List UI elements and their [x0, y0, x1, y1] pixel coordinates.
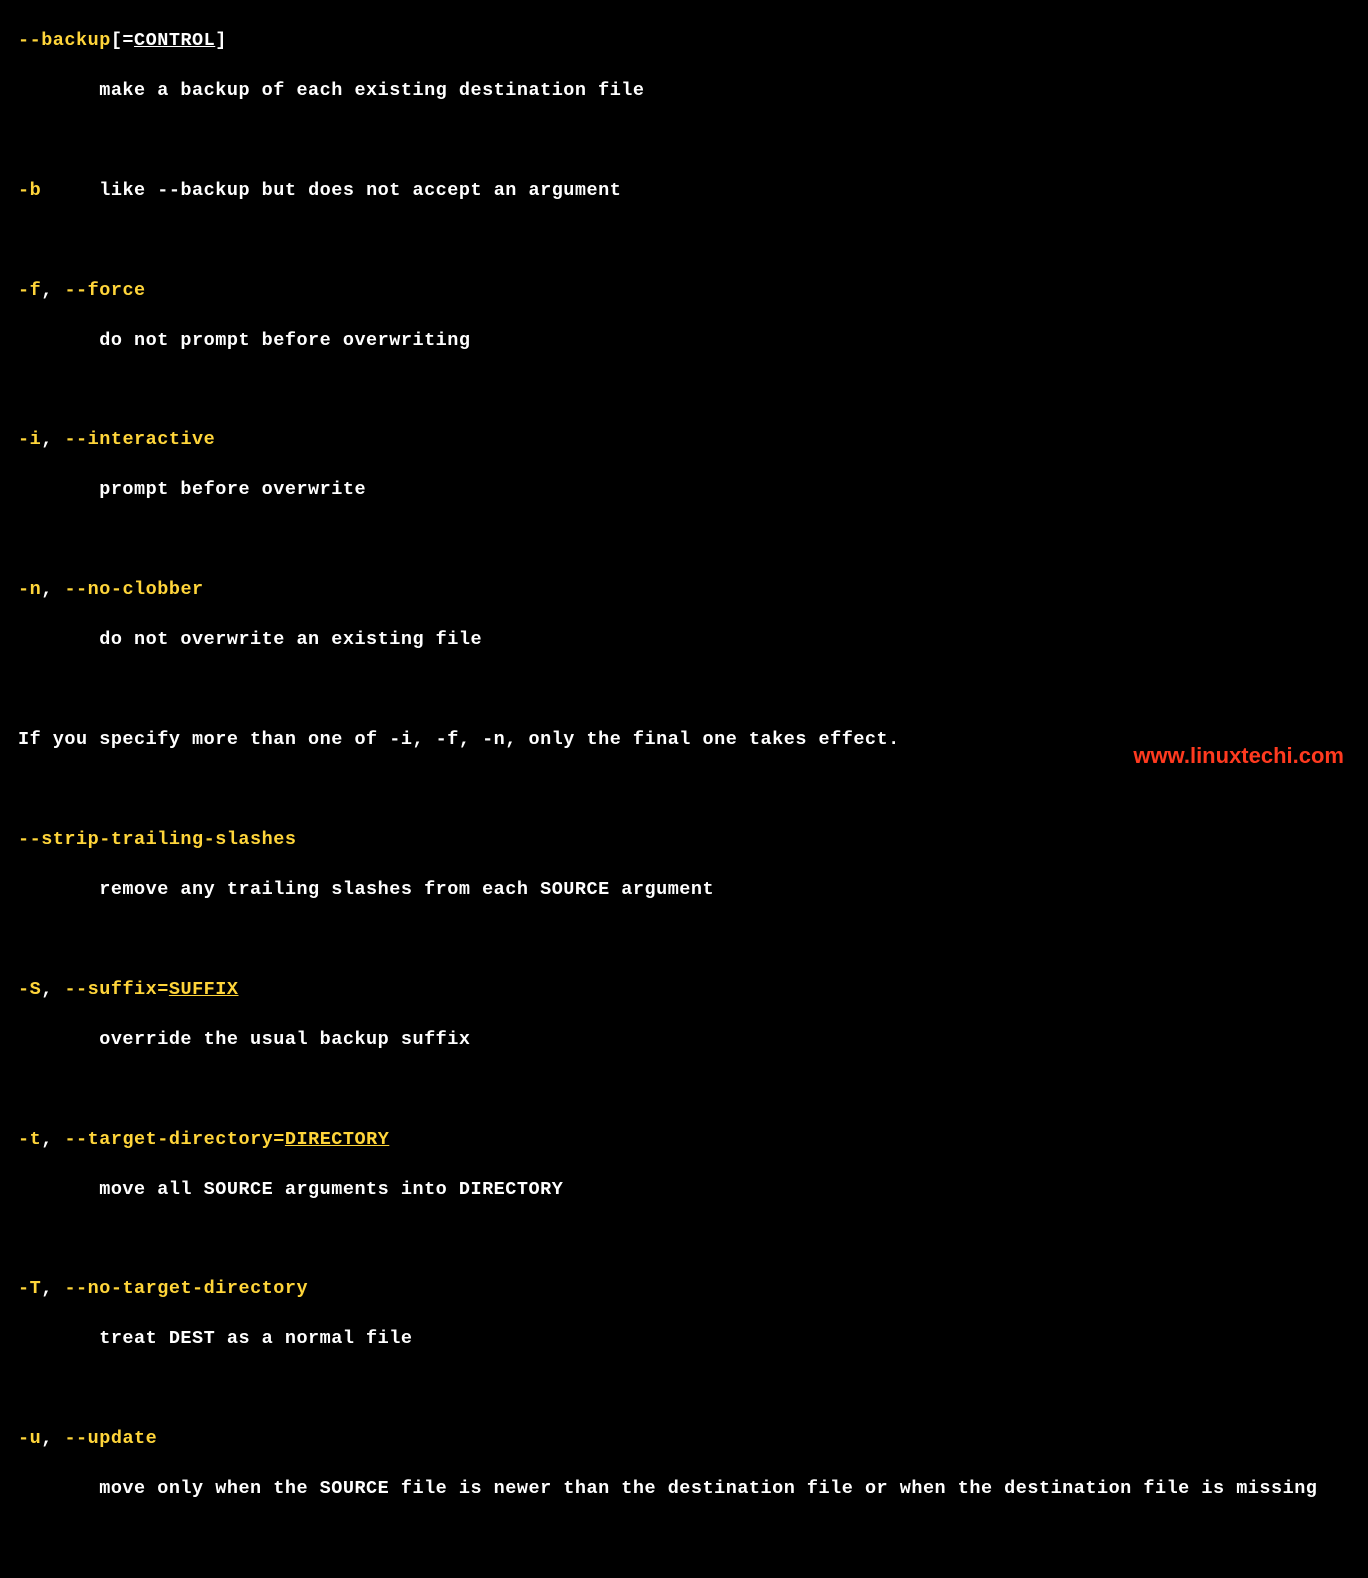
option-desc: do not overwrite an existing file: [18, 628, 1360, 653]
option-desc: remove any trailing slashes from each SO…: [18, 878, 1360, 903]
blank-line: [18, 528, 1360, 553]
option-flag: --target-directory: [64, 1129, 273, 1150]
option-flag: -T: [18, 1278, 41, 1299]
option-b-line: -b like --backup but does not accept an …: [18, 179, 1360, 204]
option-notarget-line: -T, --no-target-directory: [18, 1277, 1360, 1302]
option-flag: -n: [18, 579, 41, 600]
option-flag: --force: [64, 280, 145, 301]
option-flag: --no-target-directory: [64, 1278, 308, 1299]
option-update-line: -u, --update: [18, 1427, 1360, 1452]
option-flag: -b: [18, 180, 41, 201]
option-flag: -f: [18, 280, 41, 301]
option-flag: -u: [18, 1428, 41, 1449]
option-desc: make a backup of each existing destinati…: [18, 79, 1360, 104]
option-verbose-line: -v, --verbose: [18, 1577, 1360, 1578]
blank-line: [18, 229, 1360, 254]
option-backup-line: --backup[=CONTROL]: [18, 29, 1360, 54]
option-flag: --backup: [18, 30, 111, 51]
watermark-text: www.linuxtechi.com: [1133, 741, 1344, 771]
option-desc: prompt before overwrite: [18, 478, 1360, 503]
option-suffix-line: -S, --suffix=SUFFIX: [18, 978, 1360, 1003]
option-flag: --no-clobber: [64, 579, 203, 600]
option-arg: SUFFIX: [169, 979, 239, 1000]
bracket-open: [=: [111, 30, 134, 51]
option-force-line: -f, --force: [18, 279, 1360, 304]
option-arg: DIRECTORY: [285, 1129, 389, 1150]
bracket-close: ]: [215, 30, 227, 51]
option-desc: move all SOURCE arguments into DIRECTORY: [18, 1178, 1360, 1203]
blank-line: [18, 928, 1360, 953]
option-interactive-line: -i, --interactive: [18, 428, 1360, 453]
option-desc: do not prompt before overwriting: [18, 329, 1360, 354]
blank-line: [18, 379, 1360, 404]
option-arg: CONTROL: [134, 30, 215, 51]
option-flag: --suffix: [64, 979, 157, 1000]
blank-line: [18, 1227, 1360, 1252]
blank-line: [18, 778, 1360, 803]
option-flag: -t: [18, 1129, 41, 1150]
option-desc: move only when the SOURCE file is newer …: [18, 1477, 1360, 1502]
option-flag: --strip-trailing-slashes: [18, 829, 296, 850]
blank-line: [18, 129, 1360, 154]
option-noclobber-line: -n, --no-clobber: [18, 578, 1360, 603]
option-strip-line: --strip-trailing-slashes: [18, 828, 1360, 853]
option-desc: treat DEST as a normal file: [18, 1327, 1360, 1352]
option-flag: --interactive: [64, 429, 215, 450]
blank-line: [18, 1527, 1360, 1552]
terminal-manpage: --backup[=CONTROL] make a backup of each…: [0, 0, 1368, 1578]
blank-line: [18, 1377, 1360, 1402]
option-desc: override the usual backup suffix: [18, 1028, 1360, 1053]
option-flag: -i: [18, 429, 41, 450]
option-target-line: -t, --target-directory=DIRECTORY: [18, 1128, 1360, 1153]
blank-line: [18, 1078, 1360, 1103]
blank-line: [18, 678, 1360, 703]
option-flag: --update: [64, 1428, 157, 1449]
option-desc: like --backup but does not accept an arg…: [99, 180, 621, 201]
option-flag: -S: [18, 979, 41, 1000]
